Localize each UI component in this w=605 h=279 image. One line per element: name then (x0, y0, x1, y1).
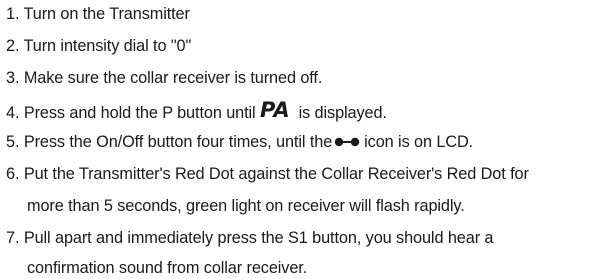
step-3: 3. Make sure the collar receiver is turn… (6, 68, 322, 88)
step-text-line2: more than 5 seconds, green light on rece… (27, 197, 465, 215)
pa-lcd-icon: PA (260, 98, 296, 125)
step-4: 4. Press and hold the P button until PA … (6, 98, 387, 125)
step-text-before: Press and hold the P button until (23, 104, 256, 122)
dot-dash-dot-icon (334, 132, 360, 152)
step-text-line1: Put the Transmitter's Red Dot against th… (23, 165, 529, 183)
step-number: 1. (6, 5, 20, 23)
step-text: Turn on the Transmitter (23, 5, 190, 23)
step-5: 5. Press the On/Off button four times, u… (6, 132, 473, 152)
instruction-list: 1. Turn on the Transmitter 2. Turn inten… (0, 0, 605, 279)
step-number: 3. (6, 69, 20, 87)
step-number: 4. (6, 104, 20, 122)
step-text: Turn intensity dial to "0" (23, 37, 192, 55)
step-number: 2. (6, 37, 20, 55)
step-1: 1. Turn on the Transmitter (6, 4, 190, 24)
step-text-before: Press the On/Off button four times, unti… (23, 133, 333, 151)
step-text-line2: confirmation sound from collar receiver. (27, 259, 308, 277)
step-number: 5. (6, 133, 20, 151)
step-6: 6. Put the Transmitter's Red Dot against… (6, 164, 529, 184)
pa-lcd-glyphs: PA (260, 100, 290, 120)
step-number: 6. (6, 165, 20, 183)
step-text: Make sure the collar receiver is turned … (23, 69, 323, 87)
step-text-line1: Pull apart and immediately press the S1 … (23, 229, 494, 247)
step-6-continuation: more than 5 seconds, green light on rece… (27, 196, 465, 216)
step-2: 2. Turn intensity dial to "0" (6, 36, 191, 56)
step-text-after: is displayed. (298, 104, 387, 122)
step-text-after: icon is on LCD. (364, 133, 474, 151)
step-7-continuation: confirmation sound from collar receiver. (27, 258, 307, 278)
step-number: 7. (6, 229, 20, 247)
step-7: 7. Pull apart and immediately press the … (6, 228, 493, 248)
